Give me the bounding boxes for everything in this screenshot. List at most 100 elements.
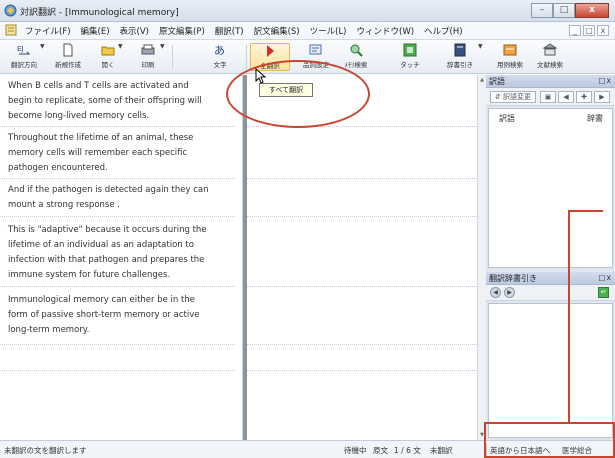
target-text-pane[interactable] xyxy=(247,75,477,440)
source-line: form of passive short-term memory or act… xyxy=(8,310,200,320)
maximize-button[interactable]: □ xyxy=(553,3,575,18)
example-search-button[interactable]: 用例検索 xyxy=(490,43,530,71)
open-folder-icon xyxy=(101,46,115,56)
insert-icon: ✚ xyxy=(581,93,587,101)
status-message: 未翻訳の文を翻訳します xyxy=(4,446,87,455)
touch-icon xyxy=(403,43,417,57)
source-line: Throughout the lifetime of an animal, th… xyxy=(8,133,194,143)
target-segment[interactable] xyxy=(247,293,477,345)
dropdown-arrow-icon[interactable]: ▼ xyxy=(118,43,124,50)
translation-direction-button[interactable]: EJ 翻訳方向 xyxy=(4,43,44,71)
annotation-box xyxy=(484,422,615,458)
svg-text:あ: あ xyxy=(214,44,225,57)
text-format-icon: あ xyxy=(214,44,225,57)
document-icon xyxy=(5,24,17,36)
document-search-icon xyxy=(542,43,558,56)
forward-icon: ▶ xyxy=(507,289,512,296)
translation-direction-icon: EJ xyxy=(17,45,31,55)
title-bar: 対訳翻訳 - [Immunological memory] – □ x xyxy=(0,0,615,22)
translation-word-toolbar: ⇵ 訳語変更 ▣ ◀ ✚ ▶ xyxy=(486,88,615,106)
menu-target-edit[interactable]: 訳文編集(S) xyxy=(249,25,305,37)
change-translation-icon: ⇵ xyxy=(494,93,501,101)
menu-edit[interactable]: 編集(E) xyxy=(76,25,115,37)
target-segment[interactable] xyxy=(247,223,477,287)
new-document-icon xyxy=(63,43,73,57)
touch-button[interactable]: タッチ xyxy=(390,43,430,71)
dropdown-arrow-icon[interactable]: ▼ xyxy=(40,43,46,50)
source-line: memory cells will remember each specific xyxy=(8,148,188,158)
target-segment[interactable] xyxy=(247,183,477,217)
dropdown-arrow-icon[interactable]: ▼ xyxy=(478,43,484,50)
source-line: When B cells and T cells are activated a… xyxy=(8,81,189,91)
menu-window[interactable]: ウィンドウ(W) xyxy=(352,25,420,37)
menu-help[interactable]: ヘルプ(H) xyxy=(419,25,468,37)
scroll-up-icon[interactable]: ▲ xyxy=(478,76,486,84)
toolbar-label: 文字 xyxy=(213,61,227,69)
menu-translate[interactable]: 翻訳(T) xyxy=(210,25,249,37)
minimize-button[interactable]: – xyxy=(531,3,553,18)
panel-title: 翻訳辞書引き xyxy=(489,274,537,283)
source-line: become long-lived memory cells. xyxy=(8,111,150,121)
vertical-scrollbar[interactable]: ▲ ▼ xyxy=(477,75,486,440)
close-button[interactable]: x xyxy=(575,3,609,18)
column-header-word: 訳語 xyxy=(499,114,515,123)
source-segment[interactable]: Immunological memory can either be in th… xyxy=(0,293,235,345)
change-translation-button[interactable]: ⇵ 訳語変更 xyxy=(490,91,536,103)
memory-search-icon xyxy=(350,44,363,57)
part-of-speech-icon xyxy=(309,44,322,55)
example-search-icon xyxy=(503,44,517,56)
toolbar-separator xyxy=(246,45,247,69)
menu-tools[interactable]: ツール(L) xyxy=(305,25,352,37)
status-mode: 原文 xyxy=(373,446,388,455)
source-segment[interactable]: This is "adaptive" because it occurs dur… xyxy=(0,223,235,287)
text-format-button[interactable]: あ 文字 xyxy=(200,43,240,71)
source-segment[interactable]: When B cells and T cells are activated a… xyxy=(0,79,235,127)
menu-file[interactable]: ファイル(F) xyxy=(20,25,76,37)
target-segment[interactable] xyxy=(247,351,477,371)
new-document-button[interactable]: 新規作成 xyxy=(48,43,88,71)
prev-word-button[interactable]: ◀ xyxy=(558,91,574,103)
toolbar-label: 翻訳方向 xyxy=(11,61,37,69)
image-icon: ▣ xyxy=(544,93,552,101)
menu-view[interactable]: 表示(V) xyxy=(115,25,154,37)
dropdown-arrow-icon[interactable]: ▼ xyxy=(160,43,166,50)
document-search-button[interactable]: 文献検索 xyxy=(530,43,570,71)
window-title: 対訳翻訳 - [Immunological memory] xyxy=(20,8,179,18)
image-button[interactable]: ▣ xyxy=(540,91,556,103)
forward-button[interactable]: ▶ xyxy=(504,287,515,298)
document-window-controls: _ □ x xyxy=(567,25,609,36)
menu-source-edit[interactable]: 原文編集(P) xyxy=(154,25,210,37)
source-text-pane[interactable]: When B cells and T cells are activated a… xyxy=(0,75,243,440)
toolbar-label: タッチ xyxy=(400,61,420,69)
source-segment[interactable]: Throughout the lifetime of an animal, th… xyxy=(0,131,235,179)
source-line: This is "adaptive" because it occurs dur… xyxy=(8,225,207,235)
doc-close-button[interactable]: x xyxy=(597,25,609,36)
change-translation-label: 訳語変更 xyxy=(503,93,532,101)
svg-text:EJ: EJ xyxy=(17,45,24,53)
print-icon xyxy=(141,44,155,55)
source-line: immune system for future challenges. xyxy=(8,270,171,280)
toolbar-label: 印刷 xyxy=(141,61,155,69)
panel-controls[interactable]: □x xyxy=(598,76,612,85)
column-header-dictionary: 辞書 xyxy=(587,114,603,123)
doc-minimize-button[interactable]: _ xyxy=(569,25,581,36)
back-button[interactable]: ◀ xyxy=(490,287,501,298)
target-segment[interactable] xyxy=(247,131,477,179)
doc-restore-button[interactable]: □ xyxy=(583,25,595,36)
insert-word-button[interactable]: ✚ xyxy=(576,91,592,103)
status-position: 1 / 6 文 xyxy=(394,446,421,455)
status-state: 待機中 xyxy=(344,446,367,455)
source-line: lifetime of an individual as an adaptati… xyxy=(8,240,194,250)
source-line: Immunological memory can either be in th… xyxy=(8,295,195,305)
toolbar-label: 文献検索 xyxy=(537,61,563,69)
source-segment-empty[interactable] xyxy=(0,351,235,371)
arrow-right-icon: ▶ xyxy=(599,93,605,101)
source-line: mount a strong response . xyxy=(8,200,120,210)
translation-word-panel-header: 訳語 □x xyxy=(486,75,615,88)
toolbar-label: 辞書引き xyxy=(447,61,473,69)
next-word-button[interactable]: ▶ xyxy=(594,91,610,103)
translate-all-icon xyxy=(267,45,274,57)
source-line: infection with that pathogen and prepare… xyxy=(8,255,205,265)
dictionary-lookup-button[interactable]: 辞書引き xyxy=(440,43,480,71)
source-segment[interactable]: And if the pathogen is detected again th… xyxy=(0,183,235,217)
